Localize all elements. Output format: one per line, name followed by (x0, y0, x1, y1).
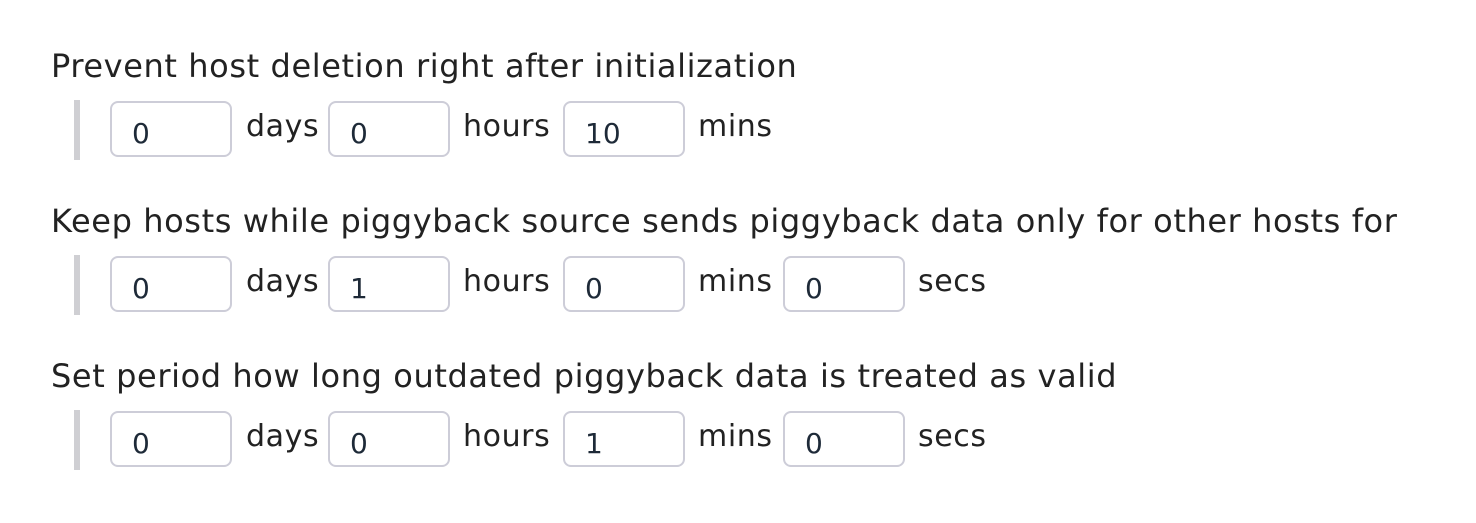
days-input[interactable] (110, 256, 232, 312)
hours-input[interactable] (328, 256, 450, 312)
indent-bar (74, 255, 80, 315)
hours-unit-label: hours (463, 109, 551, 144)
indent-bar (74, 100, 80, 160)
days-input[interactable] (110, 101, 232, 157)
hours-input[interactable] (328, 411, 450, 467)
secs-input[interactable] (783, 256, 905, 312)
days-unit-label: days (246, 419, 320, 454)
hours-unit-label: hours (463, 264, 551, 299)
mins-input[interactable] (563, 256, 685, 312)
setting-title: Set period how long outdated piggyback d… (51, 357, 1118, 395)
hours-input[interactable] (328, 101, 450, 157)
days-input[interactable] (110, 411, 232, 467)
mins-unit-label: mins (698, 419, 773, 454)
setting-title: Prevent host deletion right after initia… (51, 47, 798, 85)
days-unit-label: days (246, 264, 320, 299)
hours-unit-label: hours (463, 419, 551, 454)
mins-unit-label: mins (698, 109, 773, 144)
mins-input[interactable] (563, 411, 685, 467)
indent-bar (74, 410, 80, 470)
mins-unit-label: mins (698, 264, 773, 299)
setting-title: Keep hosts while piggyback source sends … (51, 202, 1398, 240)
days-unit-label: days (246, 109, 320, 144)
secs-input[interactable] (783, 411, 905, 467)
secs-unit-label: secs (918, 264, 987, 299)
secs-unit-label: secs (918, 419, 987, 454)
mins-input[interactable] (563, 101, 685, 157)
